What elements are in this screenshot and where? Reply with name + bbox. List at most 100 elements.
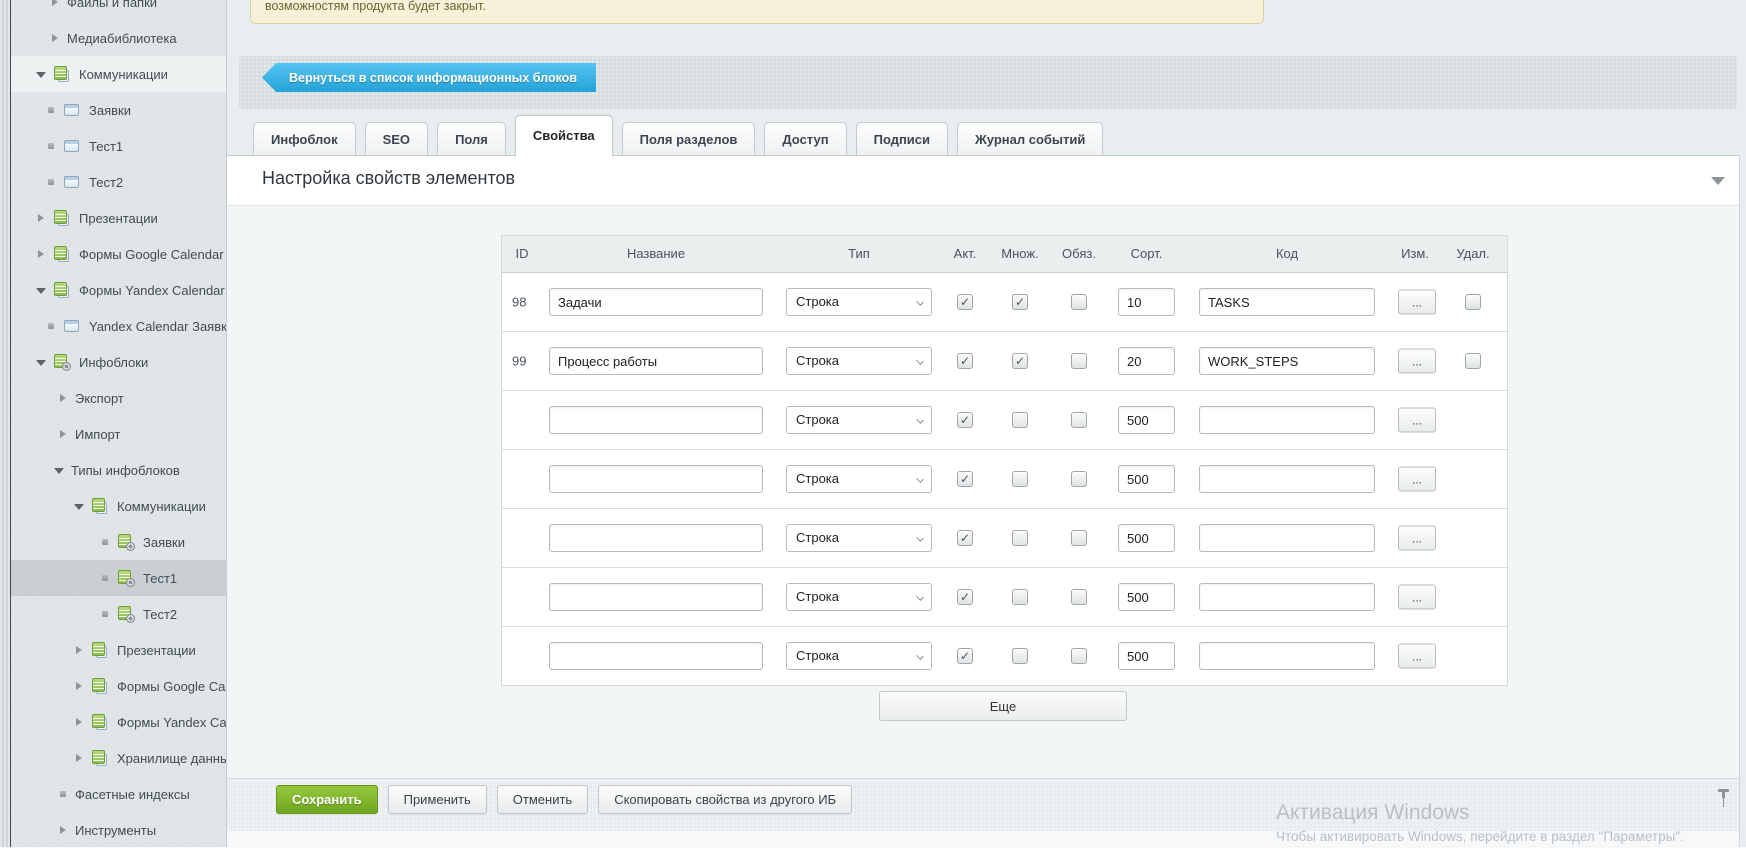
tab-инфоблок[interactable]: Инфоблок xyxy=(253,122,356,156)
property-name-input[interactable] xyxy=(549,642,763,670)
sidebar-item[interactable]: Формы Yandex Cale xyxy=(11,704,226,740)
checkbox-active[interactable]: ✓ xyxy=(957,530,973,546)
sidebar-item[interactable]: Формы Google Calendar xyxy=(11,236,226,272)
tab-поля[interactable]: Поля xyxy=(437,122,506,156)
checkbox-required[interactable]: ✓ xyxy=(1071,294,1087,310)
checkbox-active[interactable]: ✓ xyxy=(957,648,973,664)
sidebar-item[interactable]: Формы Yandex Calendar xyxy=(11,272,226,308)
tree-toggle-icon[interactable] xyxy=(57,392,69,404)
sidebar-item[interactable]: Типы инфоблоков xyxy=(11,452,226,488)
tab-поля-разделов[interactable]: Поля разделов xyxy=(622,122,756,156)
tree-toggle-icon[interactable] xyxy=(45,320,57,332)
checkbox-active[interactable]: ✓ xyxy=(957,412,973,428)
checkbox-multiple[interactable]: ✓ xyxy=(1012,412,1028,428)
tree-toggle-icon[interactable] xyxy=(35,356,47,368)
tree-toggle-icon[interactable] xyxy=(35,212,47,224)
tab-свойства[interactable]: Свойства xyxy=(515,115,613,156)
tree-toggle-icon[interactable] xyxy=(73,500,85,512)
sidebar-item[interactable]: Файлы и папки xyxy=(11,0,226,20)
property-name-input[interactable] xyxy=(549,524,763,552)
checkbox-multiple[interactable]: ✓ xyxy=(1012,471,1028,487)
pin-icon[interactable] xyxy=(1717,789,1730,809)
sidebar-item[interactable]: Презентации xyxy=(11,200,226,236)
checkbox-required[interactable]: ✓ xyxy=(1071,471,1087,487)
checkbox-active[interactable]: ✓ xyxy=(957,353,973,369)
property-sort-input[interactable] xyxy=(1118,465,1175,493)
tree-toggle-icon[interactable] xyxy=(57,428,69,440)
sidebar-item[interactable]: Заявки xyxy=(11,92,226,128)
property-type-select[interactable]: Строка xyxy=(786,524,932,552)
section-collapse-icon[interactable] xyxy=(1711,177,1725,185)
tree-toggle-icon[interactable] xyxy=(57,824,69,836)
sidebar-item[interactable]: Заявки xyxy=(11,524,226,560)
tree-toggle-icon[interactable] xyxy=(35,248,47,260)
more-rows-button[interactable]: Еще xyxy=(879,691,1127,721)
property-code-input[interactable] xyxy=(1199,406,1375,434)
tree-toggle-icon[interactable] xyxy=(49,0,61,8)
property-type-select[interactable]: Строка xyxy=(786,288,932,316)
sidebar-item[interactable]: Импорт xyxy=(11,416,226,452)
property-edit-button[interactable]: ... xyxy=(1398,349,1436,374)
action-button-3[interactable]: Скопировать свойства из другого ИБ xyxy=(598,785,852,814)
checkbox-multiple[interactable]: ✓ xyxy=(1012,353,1028,369)
checkbox-required[interactable]: ✓ xyxy=(1071,589,1087,605)
checkbox-required[interactable]: ✓ xyxy=(1071,530,1087,546)
checkbox-multiple[interactable]: ✓ xyxy=(1012,294,1028,310)
tree-toggle-icon[interactable] xyxy=(35,68,47,80)
sidebar-collapse-strip[interactable] xyxy=(0,0,11,847)
property-edit-button[interactable]: ... xyxy=(1398,408,1436,433)
checkbox-active[interactable]: ✓ xyxy=(957,471,973,487)
property-name-input[interactable] xyxy=(549,465,763,493)
property-sort-input[interactable] xyxy=(1118,524,1175,552)
property-sort-input[interactable] xyxy=(1118,347,1175,375)
property-code-input[interactable] xyxy=(1199,642,1375,670)
save-button[interactable]: Сохранить xyxy=(276,785,378,814)
sidebar-item[interactable]: Тест2 xyxy=(11,164,226,200)
tree-toggle-icon[interactable] xyxy=(73,680,85,692)
property-edit-button[interactable]: ... xyxy=(1398,585,1436,610)
property-code-input[interactable] xyxy=(1199,465,1375,493)
tree-toggle-icon[interactable] xyxy=(99,608,111,620)
tab-seo[interactable]: SEO xyxy=(365,122,428,156)
property-type-select[interactable]: Строка xyxy=(786,347,932,375)
tree-toggle-icon[interactable] xyxy=(73,644,85,656)
sidebar-item[interactable]: Тест1 xyxy=(11,560,226,596)
checkbox-required[interactable]: ✓ xyxy=(1071,353,1087,369)
tree-toggle-icon[interactable] xyxy=(73,752,85,764)
checkbox-delete[interactable]: ✓ xyxy=(1465,294,1481,310)
tree-toggle-icon[interactable] xyxy=(57,788,69,800)
property-code-input[interactable] xyxy=(1199,524,1375,552)
tree-toggle-icon[interactable] xyxy=(99,572,111,584)
sidebar-item[interactable]: Фасетные индексы xyxy=(11,776,226,812)
back-to-list-button[interactable]: Вернуться в список информационных блоков xyxy=(262,63,596,92)
checkbox-multiple[interactable]: ✓ xyxy=(1012,648,1028,664)
sidebar-item[interactable]: Формы Google Cale xyxy=(11,668,226,704)
tab-подписи[interactable]: Подписи xyxy=(856,122,948,156)
checkbox-active[interactable]: ✓ xyxy=(957,589,973,605)
sidebar-item[interactable]: Инструменты xyxy=(11,812,226,848)
sidebar-item[interactable]: Коммуникации xyxy=(11,488,226,524)
tab-доступ[interactable]: Доступ xyxy=(764,122,846,156)
tree-toggle-icon[interactable] xyxy=(53,464,65,476)
tree-toggle-icon[interactable] xyxy=(45,140,57,152)
sidebar-item[interactable]: Коммуникации xyxy=(11,56,226,92)
property-sort-input[interactable] xyxy=(1118,288,1175,316)
property-sort-input[interactable] xyxy=(1118,406,1175,434)
property-type-select[interactable]: Строка xyxy=(786,583,932,611)
checkbox-required[interactable]: ✓ xyxy=(1071,648,1087,664)
action-button-1[interactable]: Применить xyxy=(388,785,487,814)
tree-toggle-icon[interactable] xyxy=(45,176,57,188)
action-button-2[interactable]: Отменить xyxy=(497,785,588,814)
property-edit-button[interactable]: ... xyxy=(1398,290,1436,315)
tree-toggle-icon[interactable] xyxy=(49,32,61,44)
sidebar-item[interactable]: Yandex Calendar Заявки xyxy=(11,308,226,344)
sidebar-item[interactable]: Тест2 xyxy=(11,596,226,632)
property-name-input[interactable] xyxy=(549,288,763,316)
property-code-input[interactable] xyxy=(1199,288,1375,316)
checkbox-active[interactable]: ✓ xyxy=(957,294,973,310)
tree-toggle-icon[interactable] xyxy=(35,284,47,296)
property-code-input[interactable] xyxy=(1199,583,1375,611)
sidebar-item[interactable]: Медиабиблиотека xyxy=(11,20,226,56)
property-edit-button[interactable]: ... xyxy=(1398,467,1436,492)
property-type-select[interactable]: Строка xyxy=(786,642,932,670)
